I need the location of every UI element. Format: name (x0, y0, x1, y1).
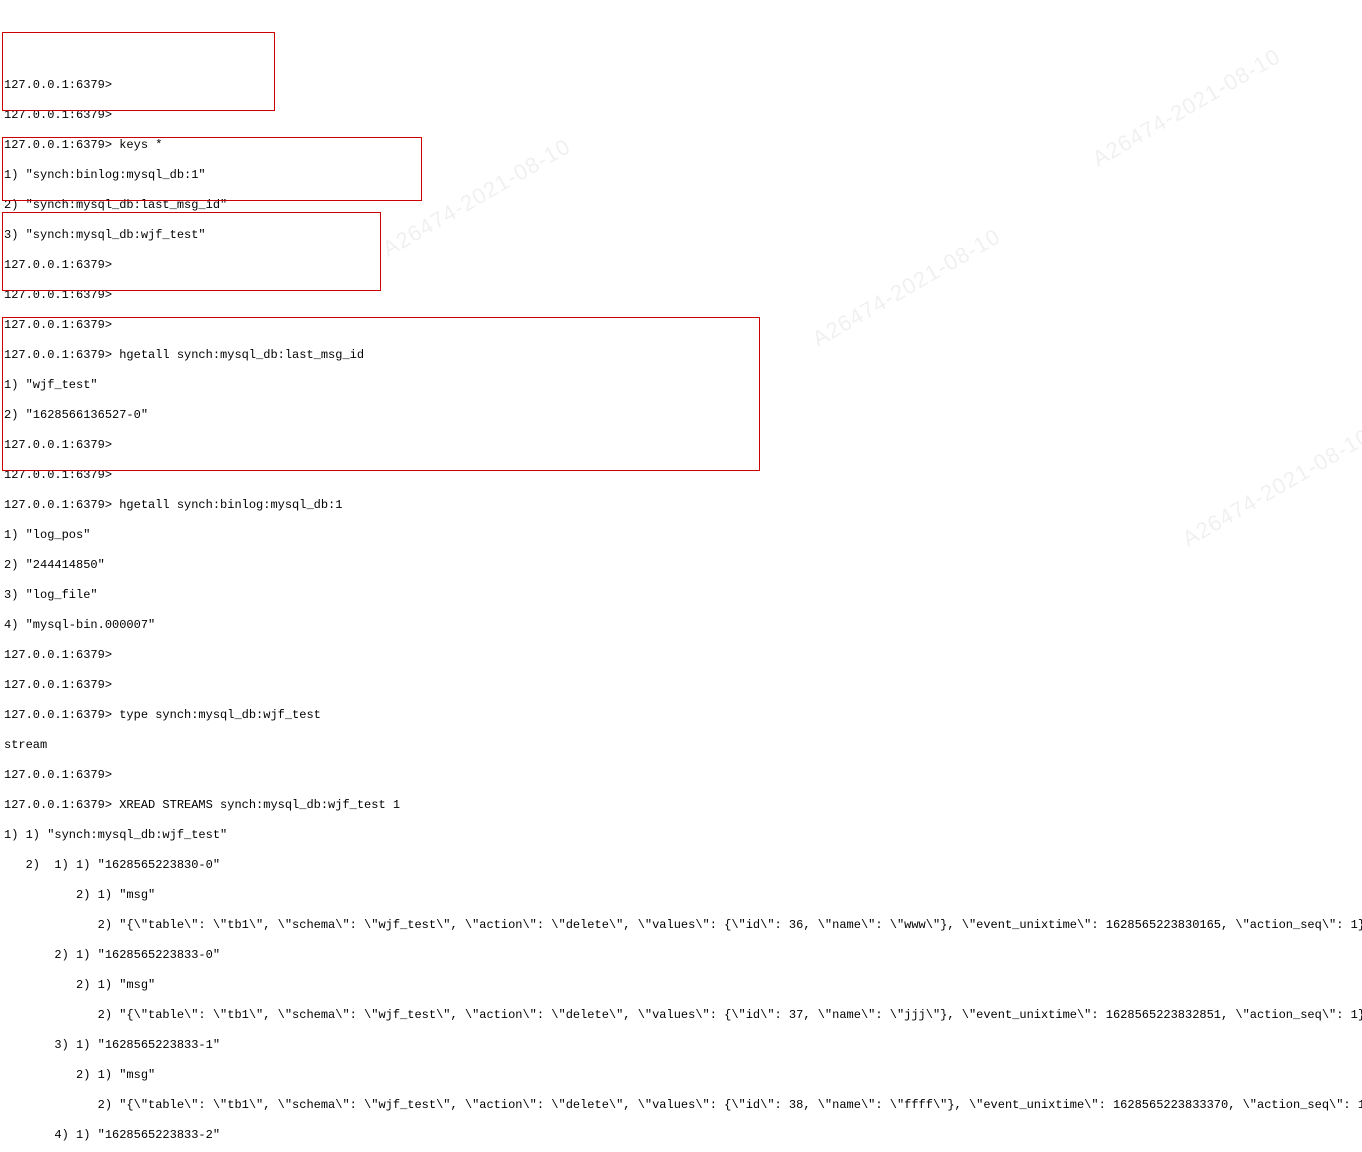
prompt-line: 127.0.0.1:6379> (4, 288, 1358, 303)
output-line: 1) "wjf_test" (4, 378, 1358, 393)
prompt-line: 127.0.0.1:6379> (4, 438, 1358, 453)
prompt-line: 127.0.0.1:6379> (4, 468, 1358, 483)
output-line: 2) 1) "1628565223833-0" (4, 948, 1358, 963)
output-line: 2) "1628566136527-0" (4, 408, 1358, 423)
terminal-output[interactable]: 127.0.0.1:6379> 127.0.0.1:6379> 127.0.0.… (0, 60, 1362, 1152)
prompt-line: 127.0.0.1:6379> (4, 78, 1358, 93)
prompt-line: 127.0.0.1:6379> (4, 258, 1358, 273)
cmd-type: 127.0.0.1:6379> type synch:mysql_db:wjf_… (4, 708, 1358, 723)
output-line: 2) 1) 1) "1628565223830-0" (4, 858, 1358, 873)
output-line: 3) 1) "1628565223833-1" (4, 1038, 1358, 1053)
output-line: 1) "log_pos" (4, 528, 1358, 543)
output-line: 1) 1) "synch:mysql_db:wjf_test" (4, 828, 1358, 843)
output-line: stream (4, 738, 1358, 753)
output-line: 2) "synch:mysql_db:last_msg_id" (4, 198, 1358, 213)
output-line: 2) 1) "msg" (4, 888, 1358, 903)
output-line: 2) 1) "msg" (4, 1068, 1358, 1083)
output-line: 2) "{\"table\": \"tb1\", \"schema\": \"w… (4, 918, 1358, 933)
output-line: 2) 1) "msg" (4, 978, 1358, 993)
output-line: 4) "mysql-bin.000007" (4, 618, 1358, 633)
prompt-line: 127.0.0.1:6379> (4, 678, 1358, 693)
output-line: 3) "log_file" (4, 588, 1358, 603)
prompt-line: 127.0.0.1:6379> (4, 108, 1358, 123)
prompt-line: 127.0.0.1:6379> (4, 768, 1358, 783)
cmd-keys: 127.0.0.1:6379> keys * (4, 138, 1358, 153)
output-line: 2) "244414850" (4, 558, 1358, 573)
cmd-hgetall-lastmsg: 127.0.0.1:6379> hgetall synch:mysql_db:l… (4, 348, 1358, 363)
output-line: 3) "synch:mysql_db:wjf_test" (4, 228, 1358, 243)
output-line: 4) 1) "1628565223833-2" (4, 1128, 1358, 1143)
cmd-xread: 127.0.0.1:6379> XREAD STREAMS synch:mysq… (4, 798, 1358, 813)
output-line: 1) "synch:binlog:mysql_db:1" (4, 168, 1358, 183)
cmd-hgetall-binlog: 127.0.0.1:6379> hgetall synch:binlog:mys… (4, 498, 1358, 513)
prompt-line: 127.0.0.1:6379> (4, 318, 1358, 333)
output-line: 2) "{\"table\": \"tb1\", \"schema\": \"w… (4, 1008, 1358, 1023)
output-line: 2) "{\"table\": \"tb1\", \"schema\": \"w… (4, 1098, 1358, 1113)
prompt-line: 127.0.0.1:6379> (4, 648, 1358, 663)
